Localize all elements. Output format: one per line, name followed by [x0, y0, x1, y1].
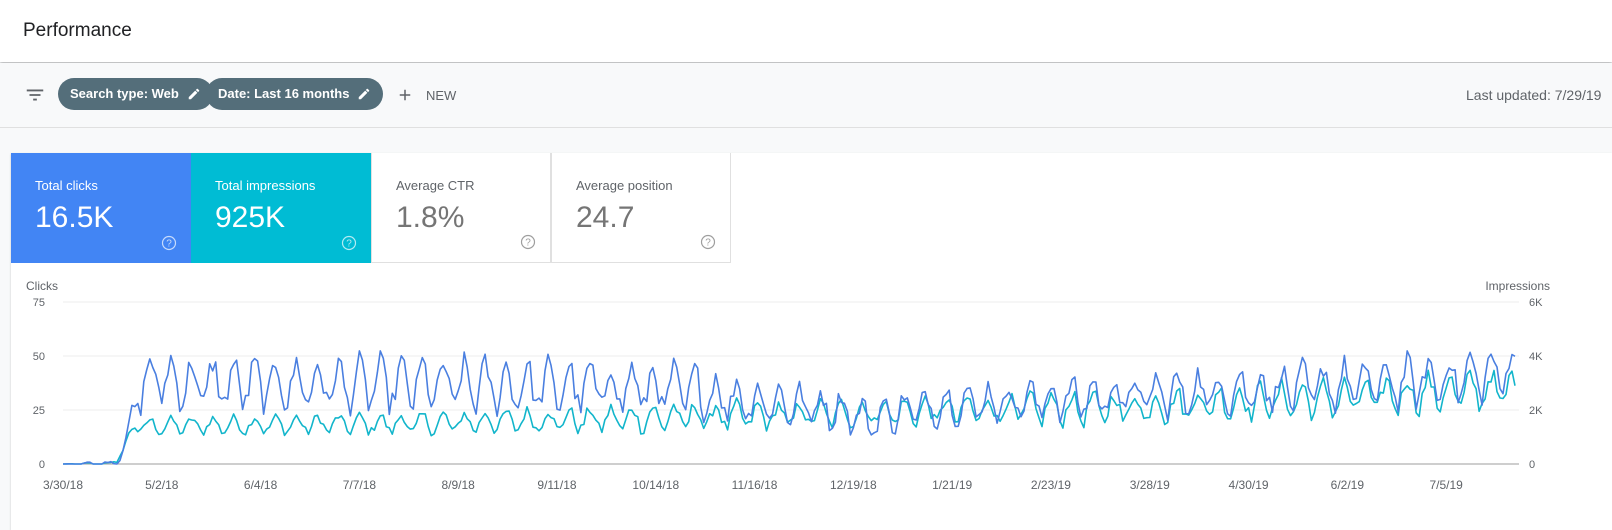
y-left-tick-label: 25: [33, 405, 45, 417]
y-axis-right-title: Impressions: [1485, 279, 1550, 293]
x-tick-label: 7/5/19: [1429, 478, 1463, 492]
x-tick-label: 7/7/18: [343, 478, 377, 492]
filter-list-icon[interactable]: [24, 84, 46, 106]
plus-icon: [399, 89, 411, 101]
new-filter-button[interactable]: NEW: [396, 84, 456, 106]
y-right-tick-label: 6K: [1529, 297, 1543, 309]
filter-toolbar: Search type: Web Date: Last 16 months NE…: [0, 63, 1612, 128]
chip-label: Search type: Web: [70, 86, 179, 101]
series-line-clicks: [62, 350, 1516, 465]
x-tick-label: 6/4/18: [244, 478, 278, 492]
performance-chart: Clicks Impressions 0 0 25 2K 50 4K 75 6K 3/30/18 5/…: [26, 279, 1550, 492]
series-line-impressions: [62, 369, 1516, 465]
y-left-tick-label: 50: [33, 351, 45, 363]
x-tick-label: 10/14/18: [632, 478, 679, 492]
x-tick-label: 3/28/19: [1130, 478, 1170, 492]
y-right-tick-label: 2K: [1529, 405, 1543, 417]
app-header: Performance: [0, 0, 1612, 62]
x-tick-label: 1/21/19: [932, 478, 972, 492]
page-title: Performance: [23, 20, 132, 41]
x-tick-label: 12/19/18: [830, 478, 877, 492]
performance-card: Total clicks 16.5K ? Total impressions 9…: [11, 153, 1612, 530]
x-tick-label: 8/9/18: [441, 478, 475, 492]
edit-pencil-icon: [188, 88, 200, 100]
y-left-tick-label: 0: [39, 459, 45, 471]
x-tick-label: 2/23/19: [1031, 478, 1071, 492]
x-tick-label: 6/2/19: [1331, 478, 1365, 492]
chip-label: Date: Last 16 months: [218, 86, 350, 101]
new-label: NEW: [426, 87, 457, 103]
x-tick-label: 4/30/19: [1229, 478, 1269, 492]
x-tick-label: 11/16/18: [732, 478, 778, 492]
y-axis-left-title: Clicks: [26, 279, 58, 293]
last-updated-text: Last updated: 7/29/19: [1466, 87, 1602, 103]
x-tick-label: 9/11/18: [537, 478, 576, 492]
x-tick-label: 3/30/18: [43, 478, 83, 492]
date-range-chip[interactable]: Date: Last 16 months: [206, 78, 384, 110]
search-type-chip[interactable]: Search type: Web: [58, 78, 213, 110]
y-right-tick-label: 4K: [1529, 351, 1543, 363]
y-left-tick-label: 75: [33, 297, 45, 309]
y-right-tick-label: 0: [1529, 459, 1535, 471]
x-tick-label: 5/2/18: [145, 478, 179, 492]
edit-pencil-icon: [359, 88, 370, 100]
